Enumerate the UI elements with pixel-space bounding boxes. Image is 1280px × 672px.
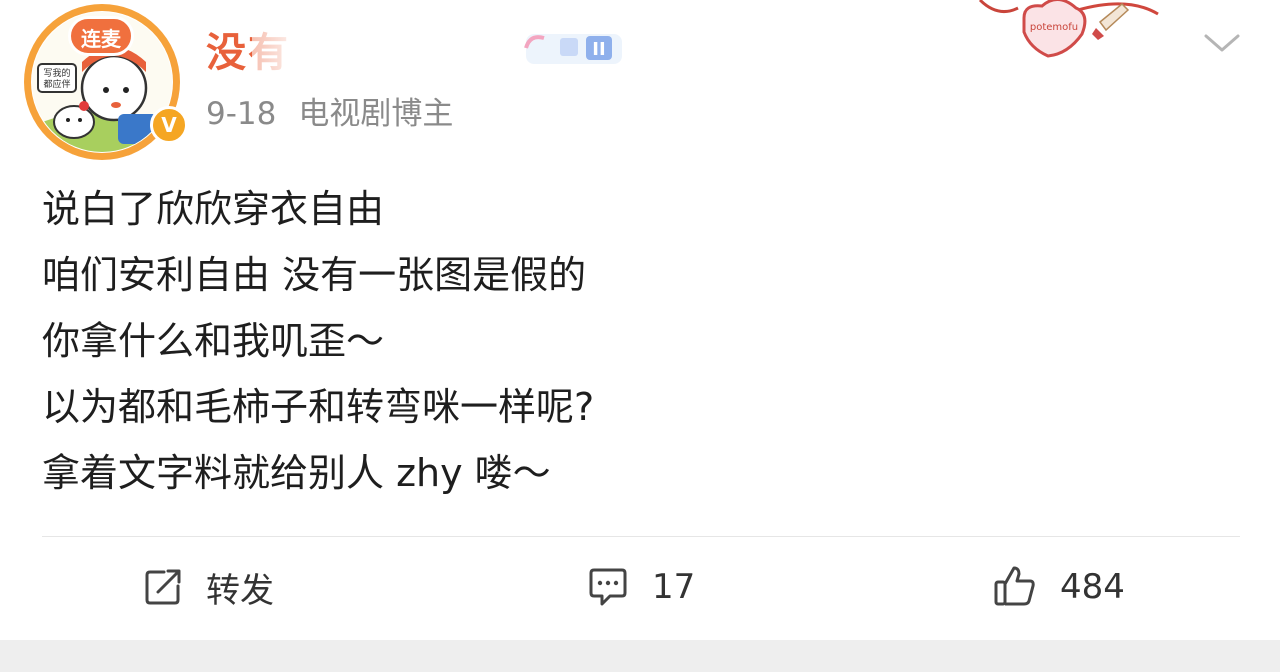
live-mic-badge: 连麦 (68, 16, 134, 56)
content-line: 说白了欣欣穿衣自由 (42, 187, 385, 231)
weibo-post-card: 写我的 都应伴 连麦 V 没有 II 9-18 电视剧博主 potemofu 说… (0, 0, 1280, 640)
card-decoration: potemofu (978, 0, 1178, 60)
content-line: 你拿什么和我叽歪～ (42, 319, 385, 363)
post-time: 9-18 (206, 96, 277, 132)
comment-bubble-icon (589, 568, 627, 606)
user-avatar[interactable]: 写我的 都应伴 连麦 V (22, 2, 188, 162)
vip-badge-label: II (592, 39, 605, 60)
more-options-button[interactable] (1200, 26, 1244, 62)
svg-text:都应伴: 都应伴 (43, 78, 70, 90)
chevron-down-icon (1204, 34, 1240, 52)
decoration-text: potemofu (1030, 22, 1078, 33)
bottom-separator (0, 640, 1280, 672)
post-meta: 9-18 电视剧博主 (206, 94, 453, 134)
username-blur-mask (252, 22, 532, 82)
comment-button[interactable]: 17 (586, 560, 695, 614)
repost-button[interactable]: 转发 (142, 560, 274, 614)
content-line: 咱们安利自由 没有一张图是假的 (42, 253, 587, 297)
content-line: 拿着文字料就给别人 zhy 喽～ (42, 451, 551, 495)
content-line: 以为都和毛柿子和转弯咪一样呢? (42, 385, 595, 429)
like-count: 484 (1060, 567, 1125, 607)
comment-count: 17 (652, 567, 696, 607)
vip-badge-icon[interactable]: II (520, 28, 628, 70)
avatar-sign-text: 写我的 (43, 67, 70, 79)
user-role: 电视剧博主 (298, 96, 454, 132)
post-content[interactable]: 说白了欣欣穿衣自由 咱们安利自由 没有一张图是假的 你拿什么和我叽歪～ 以为都和… (42, 176, 1222, 506)
verified-badge-icon: V (150, 106, 188, 144)
repost-label: 转发 (206, 570, 274, 611)
action-divider (42, 536, 1240, 537)
thumbs-up-icon (994, 566, 1035, 606)
edit-share-icon (145, 569, 181, 605)
like-button[interactable]: 484 (992, 560, 1125, 614)
